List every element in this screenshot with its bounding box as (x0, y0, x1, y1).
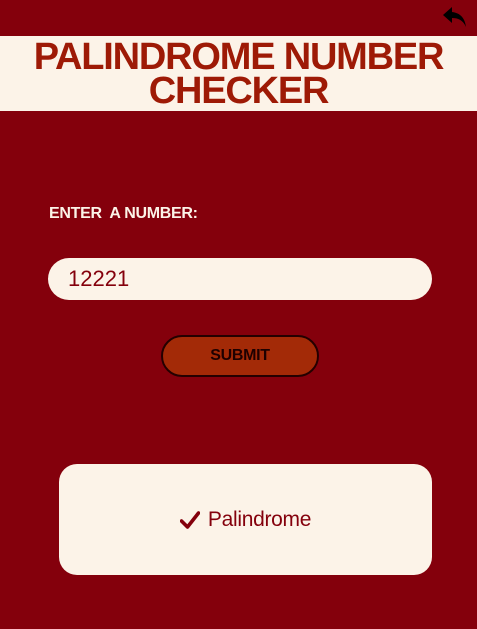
result-text: Palindrome (207, 507, 312, 531)
title-banner: PALINDROME NUMBER CHECKER (0, 36, 477, 111)
submit-button[interactable]: SUBMIT (161, 335, 319, 377)
check-icon (179, 510, 200, 529)
number-input-label: ENTER A NUMBER: (49, 205, 198, 222)
page-title-line-2: CHECKER (148, 69, 330, 112)
result-card: Palindrome (59, 464, 432, 575)
page-title-line-1: PALINDROME NUMBER (33, 35, 445, 78)
back-button[interactable] (441, 4, 469, 30)
result-content: Palindrome (179, 507, 312, 532)
reply-arrow-icon (442, 5, 468, 29)
number-input[interactable] (48, 258, 432, 300)
